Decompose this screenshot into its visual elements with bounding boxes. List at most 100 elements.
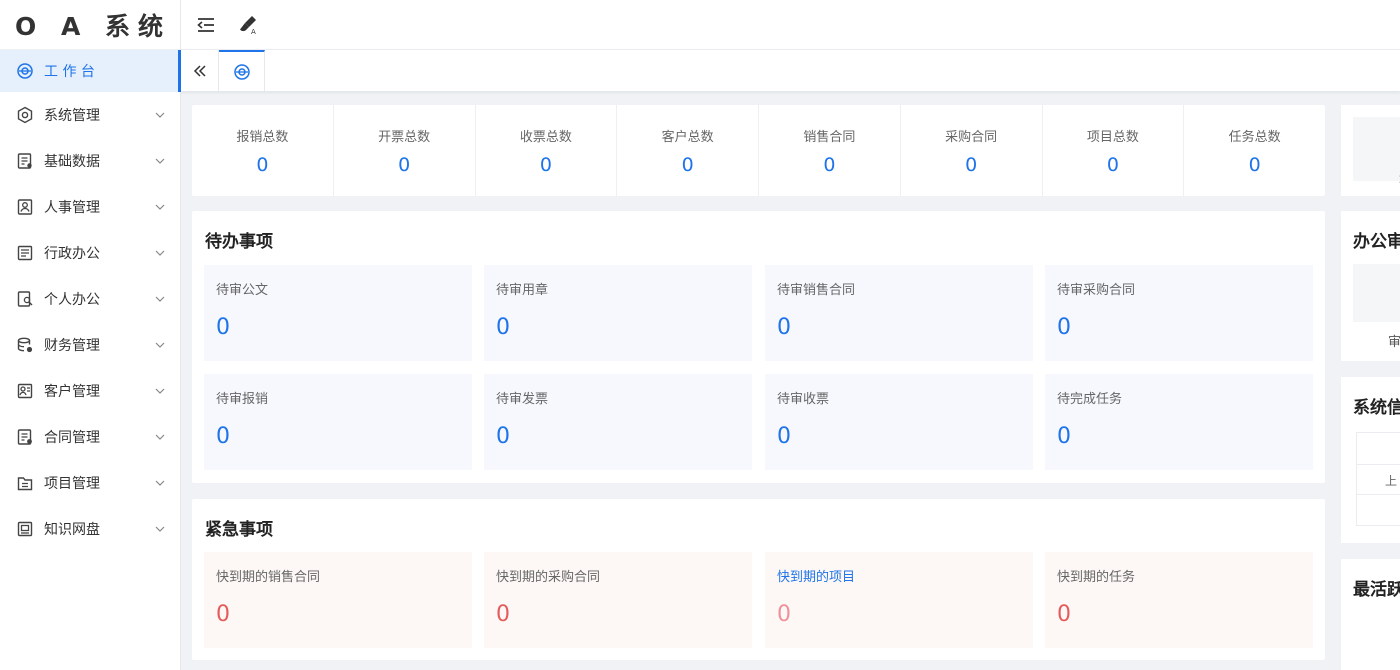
chevron-down-icon xyxy=(155,158,165,164)
sidebar-item-personal-office[interactable]: 个人办公 xyxy=(0,276,180,322)
office-approval-panel: 办公审 审 xyxy=(1341,211,1400,361)
stat-value: 0 xyxy=(681,153,694,176)
stat-invoice[interactable]: 开票总数 0 xyxy=(334,105,476,196)
approval-fragment: 审 xyxy=(1388,335,1400,350)
stat-label: 收票总数 xyxy=(519,129,572,145)
double-chevron-left-icon xyxy=(193,64,206,77)
sidebar-item-contract[interactable]: 合同管理 xyxy=(0,414,180,460)
card-value: 0 xyxy=(496,424,510,449)
approval-tile[interactable] xyxy=(1353,264,1400,322)
menu-fold-button[interactable] xyxy=(185,0,227,50)
urgent-card-project[interactable]: 快到期的项目 0 xyxy=(765,552,1033,648)
menu-fold-icon xyxy=(197,17,214,32)
stat-label: 任务总数 xyxy=(1228,129,1281,145)
stats-bar: 报销总数 0 开票总数 0 收票总数 0 客户总数 0 销售合同 0 采购合同 0 项目总数… xyxy=(192,105,1325,196)
tabs-scroll-left-button[interactable] xyxy=(181,50,219,91)
stat-project[interactable]: 项目总数 0 xyxy=(1043,105,1185,196)
todo-card-purchase-contract[interactable]: 待审采购合同 0 xyxy=(1045,265,1313,361)
chevron-down-icon xyxy=(155,526,165,532)
sidebar-item-project[interactable]: 项目管理 xyxy=(0,460,180,506)
customer-icon xyxy=(16,382,34,400)
sidebar-item-customer[interactable]: 客户管理 xyxy=(0,368,180,414)
card-label: 待完成任务 xyxy=(1057,392,1123,407)
office-approval-title: 办公审 xyxy=(1353,232,1400,252)
stat-value: 0 xyxy=(965,153,978,176)
chevron-down-icon xyxy=(155,204,165,210)
chevron-down-icon xyxy=(155,434,165,440)
todo-title: 待办事项 xyxy=(205,232,273,252)
card-value: 0 xyxy=(216,424,230,449)
stat-value: 0 xyxy=(823,153,836,176)
card-label: 快到期的销售合同 xyxy=(216,570,321,585)
system-info-table: 上 xyxy=(1356,432,1400,526)
sidebar-item-label: 个人办公 xyxy=(44,292,100,308)
chevron-down-icon xyxy=(155,250,165,256)
theme-button[interactable]: A xyxy=(227,0,269,50)
card-value: 0 xyxy=(1057,315,1071,340)
chevron-down-icon xyxy=(155,296,165,302)
app-logo: O A 系统 xyxy=(0,0,180,50)
todo-card-task[interactable]: 待完成任务 0 xyxy=(1045,374,1313,470)
database-doc-icon xyxy=(16,152,34,170)
card-value: 0 xyxy=(216,602,230,627)
sidebar-item-workbench[interactable]: 工 作 台 xyxy=(0,50,181,92)
card-value: 0 xyxy=(777,424,791,449)
card-label: 待审发票 xyxy=(496,392,549,407)
stat-sales-contract[interactable]: 销售合同 0 xyxy=(759,105,901,196)
stat-label: 客户总数 xyxy=(661,129,714,145)
tab-bar xyxy=(181,50,1400,92)
table-row xyxy=(1357,433,1400,465)
chevron-down-icon xyxy=(155,112,165,118)
sidebar-item-label: 行政办公 xyxy=(44,246,100,262)
card-label: 待审收票 xyxy=(777,392,830,407)
sidebar-item-label: 知识网盘 xyxy=(44,522,100,538)
todo-card-seal[interactable]: 待审用章 0 xyxy=(484,265,752,361)
stat-purchase-contract[interactable]: 采购合同 0 xyxy=(901,105,1043,196)
tab-home[interactable] xyxy=(219,50,265,91)
todo-card-document[interactable]: 待审公文 0 xyxy=(204,265,472,361)
todo-card-invoice[interactable]: 待审发票 0 xyxy=(484,374,752,470)
urgent-card-task[interactable]: 快到期的任务 0 xyxy=(1045,552,1313,648)
card-label: 待审报销 xyxy=(216,392,269,407)
card-value: 0 xyxy=(1057,602,1071,627)
sidebar-item-label: 项目管理 xyxy=(44,476,100,492)
workbench-icon xyxy=(16,62,34,80)
sidebar-item-system[interactable]: 系统管理 xyxy=(0,92,180,138)
most-active-panel: 最活跃 xyxy=(1341,559,1400,670)
urgent-card-sales-contract[interactable]: 快到期的销售合同 0 xyxy=(204,552,472,648)
svg-text:A: A xyxy=(251,28,256,36)
todo-card-sales-contract[interactable]: 待审销售合同 0 xyxy=(765,265,1033,361)
sidebar-item-admin-office[interactable]: 行政办公 xyxy=(0,230,180,276)
sidebar-item-knowledge[interactable]: 知识网盘 xyxy=(0,506,180,552)
project-icon xyxy=(16,474,34,492)
quick-entry-tile[interactable]: 进 xyxy=(1353,117,1400,186)
urgent-card-purchase-contract[interactable]: 快到期的采购合同 0 xyxy=(484,552,752,648)
stat-receipt[interactable]: 收票总数 0 xyxy=(476,105,618,196)
todo-card-receipt[interactable]: 待审收票 0 xyxy=(765,374,1033,470)
table-cell-fragment: 上 xyxy=(1385,474,1398,488)
chevron-down-icon xyxy=(155,342,165,348)
most-active-title: 最活跃 xyxy=(1353,580,1400,600)
sidebar-item-finance[interactable]: 财务管理 xyxy=(0,322,180,368)
sidebar: O A 系统 工 作 台 系统管理 基础数据 人事管理 行政办公 个人办公 财务… xyxy=(0,0,181,670)
card-value: 0 xyxy=(1057,424,1071,449)
chevron-down-icon xyxy=(155,480,165,486)
stat-reimbursement[interactable]: 报销总数 0 xyxy=(192,105,334,196)
stat-value: 0 xyxy=(398,153,411,176)
table-row: 上 xyxy=(1357,465,1400,495)
todo-card-reimbursement[interactable]: 待审报销 0 xyxy=(204,374,472,470)
chevron-down-icon xyxy=(155,388,165,394)
card-label: 快到期的任务 xyxy=(1057,570,1136,585)
finance-icon xyxy=(16,336,34,354)
sidebar-item-label: 财务管理 xyxy=(44,338,100,354)
stat-task[interactable]: 任务总数 0 xyxy=(1184,105,1325,196)
stat-value: 0 xyxy=(1106,153,1119,176)
system-info-title: 系统信 xyxy=(1353,398,1400,418)
stat-customer[interactable]: 客户总数 0 xyxy=(617,105,759,196)
stat-label: 采购合同 xyxy=(945,129,998,145)
sidebar-item-basic-data[interactable]: 基础数据 xyxy=(0,138,180,184)
card-value: 0 xyxy=(216,315,230,340)
sidebar-item-hr[interactable]: 人事管理 xyxy=(0,184,180,230)
stat-value: 0 xyxy=(539,153,552,176)
personal-office-icon xyxy=(16,290,34,308)
